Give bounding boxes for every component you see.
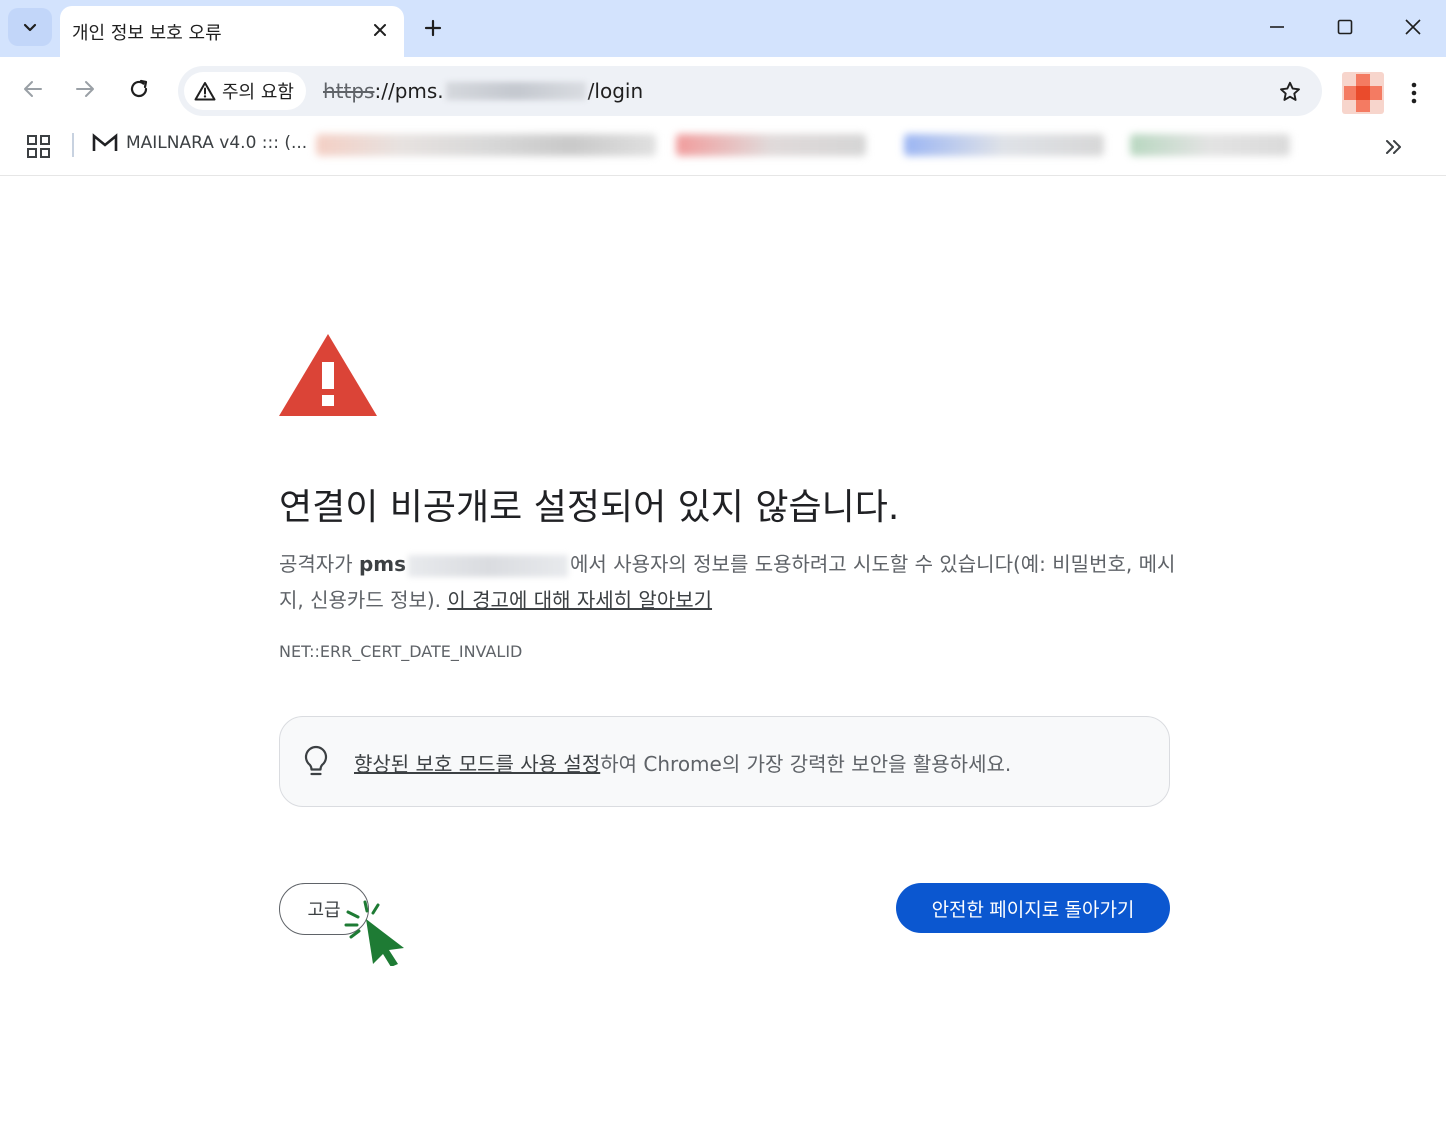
toolbar: 주의 요함 https ://pms. /login xyxy=(0,57,1446,121)
new-tab-button[interactable] xyxy=(418,13,448,43)
tab-close-button[interactable] xyxy=(368,18,392,42)
bookmark-mailnara[interactable]: MAILNARA v4.0 ::: (... xyxy=(92,133,307,153)
more-bookmarks-button[interactable] xyxy=(1380,133,1408,161)
bookmark-star-button[interactable] xyxy=(1276,78,1304,106)
bookmark-label: MAILNARA v4.0 ::: (... xyxy=(126,133,308,153)
privacy-error-page: 연결이 비공개로 설정되어 있지 않습니다. 공격자가 pms 에서 사용자의 정… xyxy=(0,176,1446,1125)
security-chip-label: 주의 요함 xyxy=(222,82,294,103)
reload-button[interactable] xyxy=(121,71,157,107)
plus-icon xyxy=(424,19,442,37)
star-icon xyxy=(1280,81,1300,101)
reload-icon xyxy=(130,79,148,98)
close-icon xyxy=(1405,19,1421,35)
page-title: 연결이 비공개로 설정되어 있지 않습니다. xyxy=(279,487,900,528)
bookmark-redacted-1[interactable] xyxy=(316,134,656,156)
minimize-icon xyxy=(1270,26,1284,28)
explanation-prefix: 공격자가 xyxy=(279,552,359,576)
arrow-right-icon xyxy=(76,81,94,97)
apps-grid-icon xyxy=(27,135,50,158)
url-scheme: https xyxy=(323,79,375,103)
tip-rest-text: 하여 Chrome의 가장 강력한 보안을 활용하세요. xyxy=(600,752,1012,776)
lightbulb-icon xyxy=(304,745,328,776)
close-window-button[interactable] xyxy=(1393,10,1433,44)
chevron-double-right-icon xyxy=(1386,140,1401,154)
tab-title: 개인 정보 보호 오류 xyxy=(72,23,222,44)
error-explanation: 공격자가 pms 에서 사용자의 정보를 도용하려고 시도할 수 있습니다(예: … xyxy=(279,546,1179,618)
bookmark-redacted-3[interactable] xyxy=(904,134,1104,156)
click-pointer-icon xyxy=(344,900,404,966)
error-code: NET::ERR_CERT_DATE_INVALID xyxy=(279,642,523,661)
bookmarks-divider xyxy=(72,133,74,157)
url-text[interactable]: https ://pms. /login xyxy=(323,79,643,103)
bookmark-redacted-2[interactable] xyxy=(676,134,866,156)
maximize-button[interactable] xyxy=(1325,10,1365,44)
avatar-icon xyxy=(1342,72,1384,114)
bookmarks-bar: MAILNARA v4.0 ::: (... xyxy=(0,121,1446,176)
apps-button[interactable] xyxy=(26,134,52,160)
kebab-menu-icon xyxy=(1411,82,1417,104)
tab-strip: 개인 정보 보호 오류 xyxy=(0,0,1446,57)
tab-search-button[interactable] xyxy=(8,8,52,46)
warning-triangle-icon xyxy=(194,82,216,101)
mail-icon xyxy=(92,133,118,151)
close-icon xyxy=(374,24,386,36)
bookmark-redacted-4[interactable] xyxy=(1130,134,1290,156)
chevron-down-icon xyxy=(23,23,37,32)
minimize-button[interactable] xyxy=(1257,10,1297,44)
enhanced-protection-tip: 향상된 보호 모드를 사용 설정하여 Chrome의 가장 강력한 보안을 활용… xyxy=(279,716,1170,807)
profile-avatar[interactable] xyxy=(1342,72,1384,114)
back-nav-button[interactable] xyxy=(15,71,51,107)
url-host: ://pms. xyxy=(374,79,444,103)
security-chip[interactable]: 주의 요함 xyxy=(184,72,306,110)
host-redacted xyxy=(408,554,569,577)
tip-text: 향상된 보호 모드를 사용 설정하여 Chrome의 가장 강력한 보안을 활용… xyxy=(354,748,1011,777)
address-bar[interactable]: 주의 요함 https ://pms. /login xyxy=(178,66,1322,116)
maximize-icon xyxy=(1337,19,1353,35)
arrow-left-icon xyxy=(24,81,42,97)
url-redacted xyxy=(445,82,586,100)
enhanced-protection-link[interactable]: 향상된 보호 모드를 사용 설정 xyxy=(354,752,600,776)
explanation-host: pms xyxy=(358,552,407,576)
forward-nav-button[interactable] xyxy=(67,71,103,107)
learn-more-link[interactable]: 이 경고에 대해 자세히 알아보기 xyxy=(447,588,712,612)
browser-menu-button[interactable] xyxy=(1400,77,1428,109)
url-path: /login xyxy=(587,79,644,103)
warning-triangle-icon xyxy=(279,334,377,416)
active-tab[interactable]: 개인 정보 보호 오류 xyxy=(60,6,404,57)
back-to-safety-button[interactable]: 안전한 페이지로 돌아가기 xyxy=(896,883,1170,933)
